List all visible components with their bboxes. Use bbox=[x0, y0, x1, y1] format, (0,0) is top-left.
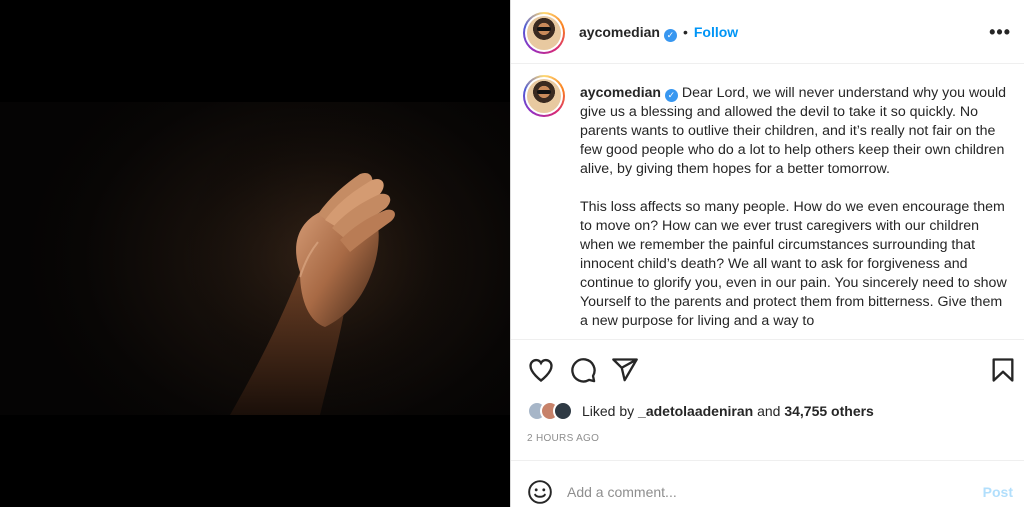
separator-dot: • bbox=[682, 24, 688, 40]
likes-count[interactable]: 34,755 others bbox=[784, 403, 874, 419]
caption-author-avatar[interactable] bbox=[523, 75, 565, 117]
comment-input[interactable] bbox=[567, 479, 947, 505]
post-header: aycomedian ✓ • Follow ••• bbox=[511, 0, 1024, 64]
author-avatar[interactable] bbox=[523, 12, 565, 54]
action-bar bbox=[511, 350, 1024, 390]
likes-text: Liked by _adetolaadeniran and 34,755 oth… bbox=[582, 403, 874, 419]
post-comment-button[interactable]: Post bbox=[983, 484, 1013, 500]
comment-icon[interactable] bbox=[569, 356, 597, 384]
emoji-icon[interactable] bbox=[527, 479, 553, 505]
likes-conjunction: and bbox=[753, 403, 785, 419]
post-details-panel: aycomedian ✓ • Follow ••• aycomedian ✓ Dear … bbox=[510, 0, 1024, 507]
author-username[interactable]: aycomedian bbox=[579, 24, 660, 40]
post-timestamp[interactable]: 2 HOURS AGO bbox=[527, 433, 599, 444]
heart-icon[interactable] bbox=[527, 356, 555, 384]
caption-verified-badge-icon: ✓ bbox=[664, 89, 678, 102]
likes-summary: Liked by _adetolaadeniran and 34,755 oth… bbox=[527, 398, 874, 424]
praying-hands-image bbox=[180, 102, 480, 415]
share-icon[interactable] bbox=[611, 356, 639, 384]
follow-button[interactable]: Follow bbox=[694, 24, 738, 40]
caption-paragraph: This loss affects so many people. How do… bbox=[580, 199, 1007, 329]
post-media[interactable] bbox=[0, 0, 510, 507]
liker-avatar[interactable] bbox=[553, 401, 573, 421]
liker-username[interactable]: _adetolaadeniran bbox=[638, 403, 753, 419]
more-options-icon[interactable]: ••• bbox=[989, 22, 1011, 43]
caption-section[interactable]: aycomedian ✓ Dear Lord, we will never und… bbox=[511, 65, 1024, 340]
bookmark-icon[interactable] bbox=[989, 356, 1017, 384]
caption-username[interactable]: aycomedian bbox=[580, 84, 661, 100]
comment-bar: Post bbox=[511, 460, 1024, 507]
post-caption: aycomedian ✓ Dear Lord, we will never und… bbox=[580, 83, 1012, 339]
verified-badge-icon: ✓ bbox=[663, 29, 677, 42]
likes-prefix: Liked by bbox=[582, 403, 639, 419]
